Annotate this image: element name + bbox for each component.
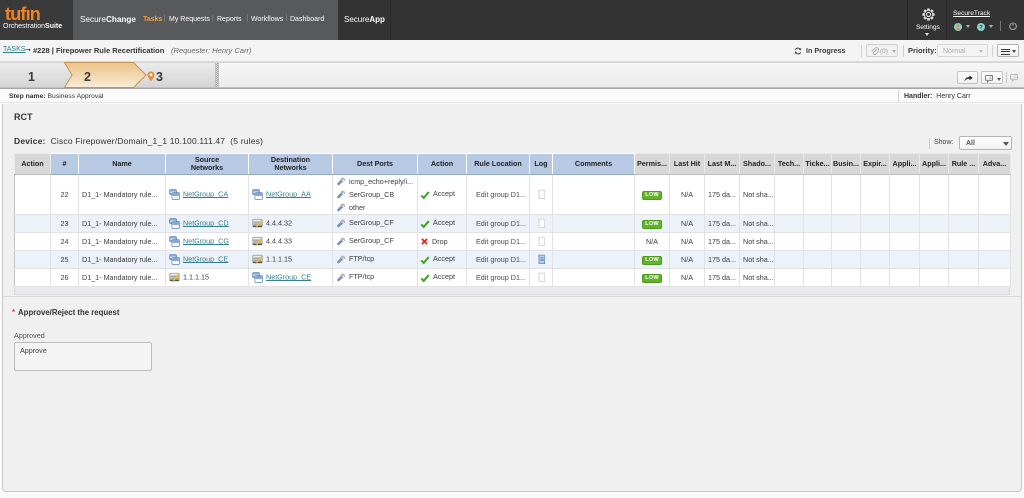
svg-text:?: ? [979, 25, 983, 31]
